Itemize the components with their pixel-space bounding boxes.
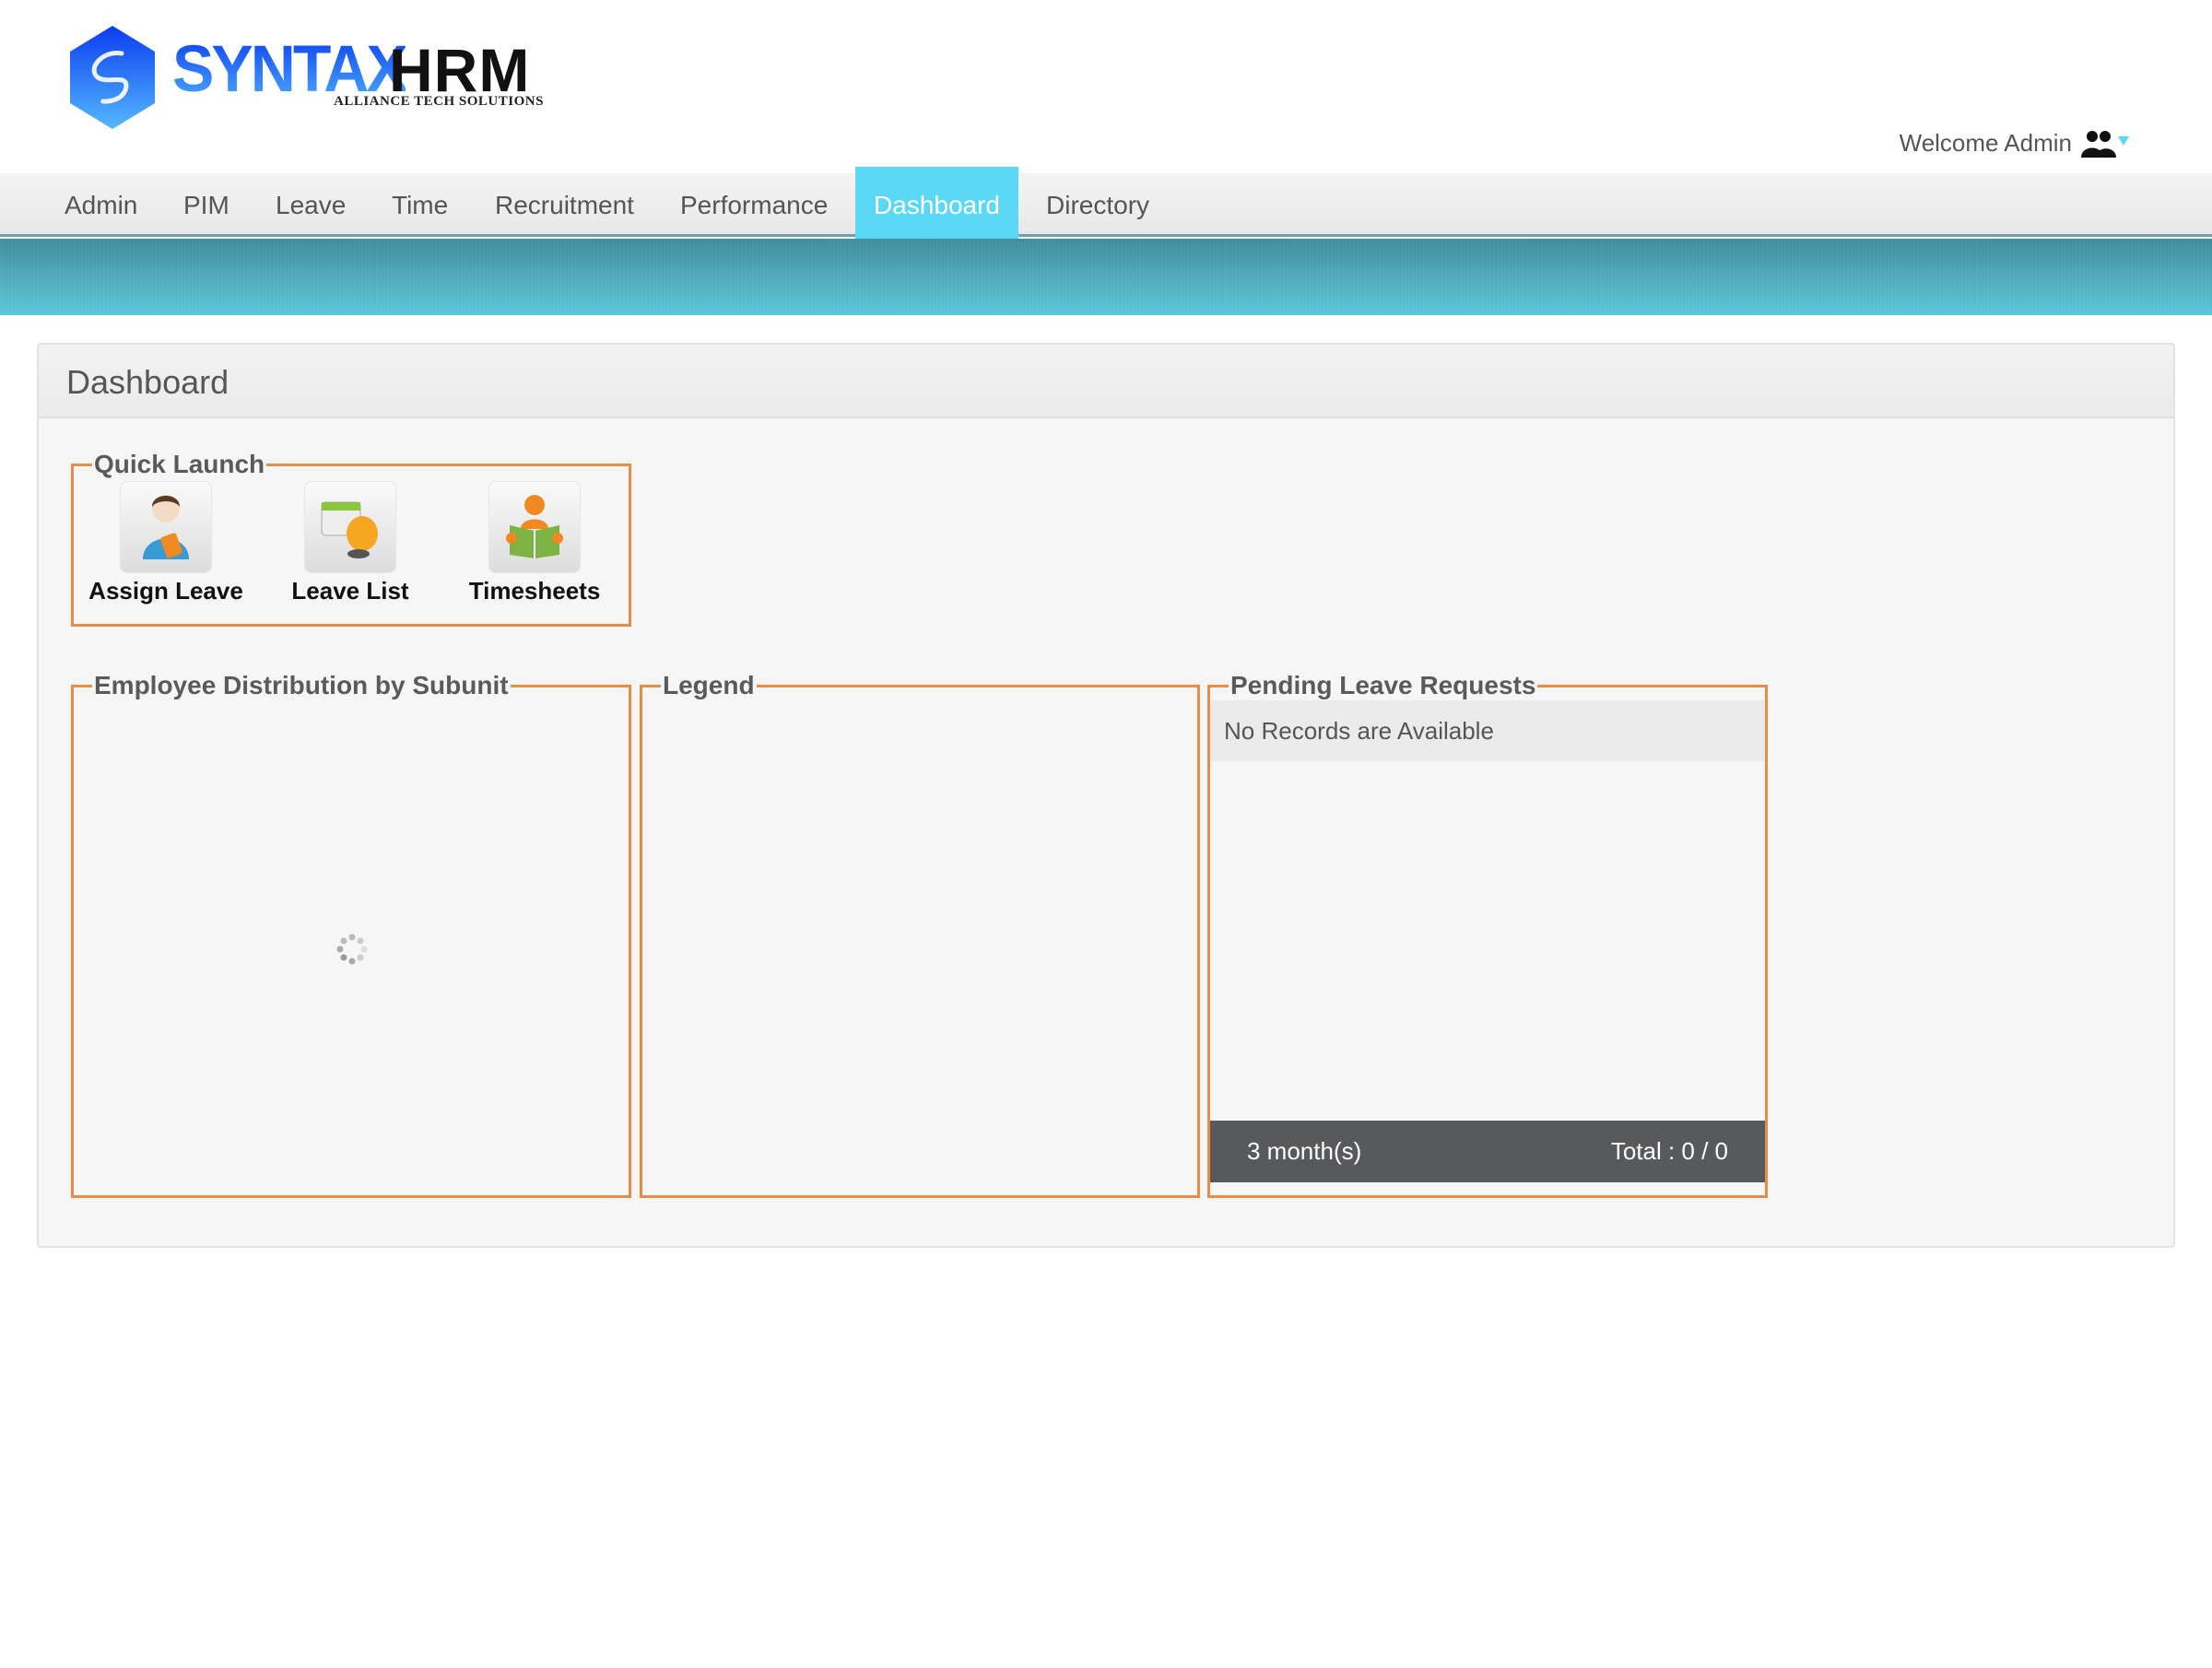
nav-recruitment[interactable]: Recruitment	[477, 173, 653, 237]
pending-leave-box: Pending Leave Requests No Records are Av…	[1207, 672, 1768, 1198]
loading-spinner-icon	[336, 934, 368, 965]
legend-box: Legend	[640, 672, 1200, 1198]
quick-launch-timesheets[interactable]: Timesheets	[442, 481, 627, 605]
caret-down-icon	[2118, 135, 2129, 146]
nav-directory[interactable]: Directory	[1028, 173, 1168, 237]
total-label: Total : 0 / 0	[1610, 1137, 1728, 1165]
nav-pim[interactable]: PIM	[165, 173, 248, 237]
legend-title: Legend	[661, 671, 757, 699]
welcome-text: Welcome Admin	[1899, 129, 2072, 157]
timesheets-icon	[488, 481, 581, 573]
page-title: Dashboard	[39, 345, 2173, 418]
logo-hex-icon	[70, 26, 155, 129]
employee-distribution-title: Employee Distribution by Subunit	[92, 671, 511, 699]
dashboard-panel: Dashboard Quick Launch Assign Leave Leav…	[37, 343, 2175, 1248]
nav-admin[interactable]: Admin	[46, 173, 156, 237]
nav-dashboard[interactable]: Dashboard	[855, 167, 1018, 241]
users-icon	[2081, 130, 2116, 158]
quick-launch-assign-leave[interactable]: Assign Leave	[74, 481, 258, 605]
assign-leave-icon	[120, 481, 212, 573]
main-nav: Admin PIM Leave Time Recruitment Perform…	[0, 167, 2212, 241]
nav-leave[interactable]: Leave	[257, 173, 364, 237]
quick-launch-leave-list[interactable]: Leave List	[258, 481, 442, 605]
logo: SYNTAX HRM ALLIANCE TECH SOLUTIONS	[66, 24, 546, 131]
quick-launch-title: Quick Launch	[92, 450, 267, 478]
quick-launch-box: Quick Launch Assign Leave Leave List Tim…	[71, 451, 631, 627]
employee-distribution-box: Employee Distribution by Subunit	[71, 672, 631, 1198]
nav-time[interactable]: Time	[373, 173, 466, 237]
nav-performance[interactable]: Performance	[662, 173, 846, 237]
pending-leave-title: Pending Leave Requests	[1229, 671, 1538, 699]
pending-leave-footer: 3 month(s) Total : 0 / 0	[1210, 1121, 1765, 1182]
header-band	[0, 239, 2212, 315]
empty-message: No Records are Available	[1210, 700, 1765, 761]
leave-list-icon	[304, 481, 396, 573]
period-label: 3 month(s)	[1247, 1137, 1362, 1165]
welcome-menu[interactable]: Welcome Admin	[1900, 129, 2129, 158]
